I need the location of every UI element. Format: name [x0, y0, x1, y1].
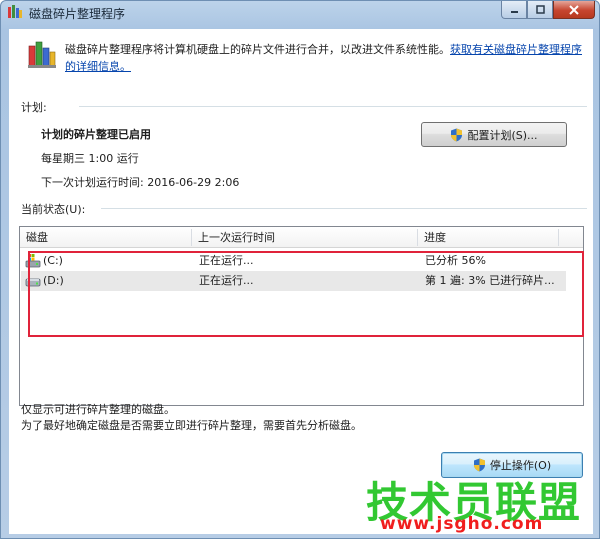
configure-schedule-button[interactable]: 配置计划(S)...: [421, 122, 567, 147]
disk-list-header: 磁盘 上一次运行时间 进度: [20, 227, 583, 248]
dialog-client-area: 磁盘碎片整理程序将计算机硬盘上的碎片文件进行合并，以改进文件系统性能。获取有关磁…: [9, 29, 593, 534]
footer-note-2: 为了最好地确定磁盘是否需要立即进行碎片整理，需要首先分析磁盘。: [21, 419, 362, 432]
minimize-icon: [510, 11, 518, 13]
status-separator: [101, 208, 587, 209]
column-header-progress[interactable]: 进度: [418, 227, 558, 248]
column-divider: [558, 229, 559, 246]
current-status-label: 当前状态(U):: [21, 203, 86, 216]
maximize-icon: [535, 5, 545, 14]
column-header-disk[interactable]: 磁盘: [20, 227, 190, 248]
annotation-highlight-box: [28, 251, 584, 337]
window-frame: 磁盘碎片整理程序 磁盘碎片整理程序将计算机硬盘上的碎片文件进行合并，以改进文件系…: [0, 0, 600, 539]
intro-description: 磁盘碎片整理程序将计算机硬盘上的碎片文件进行合并，以改进文件系统性能。获取有关磁…: [65, 41, 585, 75]
caption-buttons: [501, 1, 595, 20]
schedule-status: 计划的碎片整理已启用: [41, 128, 151, 141]
column-header-last-run[interactable]: 上一次运行时间: [192, 227, 416, 248]
schedule-next-run: 下一次计划运行时间: 2016-06-29 2:06: [41, 176, 240, 189]
title-bar[interactable]: 磁盘碎片整理程序: [1, 1, 600, 23]
schedule-frequency: 每星期三 1:00 运行: [41, 152, 139, 165]
configure-schedule-label: 配置计划(S)...: [467, 128, 538, 142]
schedule-separator: [79, 106, 587, 107]
footer-note-1: 仅显示可进行碎片整理的磁盘。: [21, 403, 175, 416]
defrag-large-icon: [28, 41, 56, 68]
intro-text: 磁盘碎片整理程序将计算机硬盘上的碎片文件进行合并，以改进文件系统性能。: [65, 43, 450, 56]
window-title: 磁盘碎片整理程序: [29, 7, 126, 21]
defrag-app-icon: [8, 5, 22, 18]
minimize-button[interactable]: [501, 1, 527, 19]
close-icon: [569, 4, 579, 15]
maximize-button[interactable]: [527, 1, 553, 19]
watermark-url: www.jsgho.com: [380, 514, 544, 534]
close-button[interactable]: [553, 1, 595, 19]
uac-shield-icon: [451, 128, 463, 141]
schedule-section-label: 计划:: [21, 101, 47, 114]
